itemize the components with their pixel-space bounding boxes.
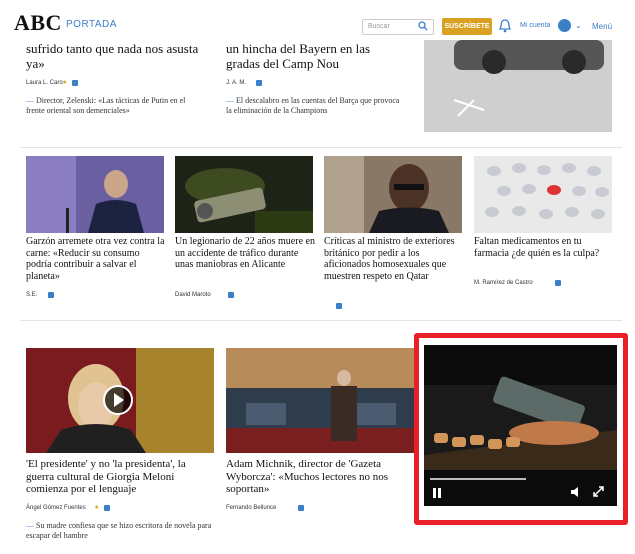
- premium-star-icon: ★: [94, 504, 100, 511]
- subscribe-button[interactable]: SUSCRÍBETE: [442, 18, 492, 35]
- article-photo[interactable]: [175, 156, 313, 233]
- section-divider: [20, 320, 622, 321]
- comment-icon[interactable]: [48, 292, 54, 298]
- menu-link[interactable]: Menú: [592, 22, 612, 31]
- comment-icon[interactable]: [555, 280, 561, 286]
- article-photo[interactable]: [26, 156, 164, 233]
- comment-icon[interactable]: [256, 80, 262, 86]
- article-author[interactable]: Fernando Bellunce: [226, 505, 276, 511]
- article-author[interactable]: M. Ramírez de Castro: [474, 280, 533, 286]
- article-headline[interactable]: un hincha del Bayern en las gradas del C…: [226, 41, 406, 72]
- article-author[interactable]: Ángel Gómez Fuentes: [26, 505, 86, 511]
- article-author[interactable]: J. A. M.: [226, 80, 246, 86]
- related-marker-icon: —: [226, 96, 236, 105]
- article-headline[interactable]: Un legionario de 22 años muere en un acc…: [175, 236, 315, 271]
- volume-icon[interactable]: [570, 486, 582, 498]
- comment-icon[interactable]: [336, 303, 342, 309]
- bell-icon[interactable]: [498, 18, 512, 34]
- related-article-link[interactable]: — El descalabro en las cuentas del Barça…: [226, 96, 406, 115]
- article-photo[interactable]: [324, 156, 462, 233]
- related-article-link[interactable]: — Director, Zelenski: «Las tácticas de P…: [26, 96, 206, 115]
- car-photo[interactable]: [424, 40, 612, 132]
- fullscreen-icon[interactable]: [592, 485, 605, 498]
- user-icon[interactable]: [558, 19, 571, 32]
- article-photo[interactable]: [474, 156, 612, 233]
- comment-icon[interactable]: [228, 292, 234, 298]
- related-text[interactable]: El descalabro en las cuentas del Barça q…: [226, 96, 399, 115]
- video-player[interactable]: [424, 345, 617, 506]
- article-headline[interactable]: Faltan medicamentos en tu farmacia ¿de q…: [474, 236, 614, 259]
- article-author[interactable]: S.E.: [26, 292, 37, 298]
- related-article-link[interactable]: — Su madre confiesa que se hizo escritor…: [26, 521, 216, 540]
- related-text[interactable]: Su madre confiesa que se hizo escritora …: [26, 521, 211, 540]
- pause-icon[interactable]: [433, 488, 442, 498]
- comment-icon[interactable]: [298, 505, 304, 511]
- article-headline[interactable]: Garzón arremete otra vez contra la carne…: [26, 236, 166, 282]
- related-marker-icon: —: [26, 521, 36, 530]
- article-author[interactable]: Laura L. Caro: [26, 80, 63, 86]
- related-text[interactable]: Director, Zelenski: «Las tácticas de Put…: [26, 96, 185, 115]
- site-header: ABC PORTADA Buscar SUSCRÍBETE Mi cuenta …: [0, 0, 635, 40]
- article-photo[interactable]: [226, 348, 414, 453]
- comment-icon[interactable]: [104, 505, 110, 511]
- article-headline[interactable]: Adam Michnik, director de 'Gazeta Wyborc…: [226, 458, 416, 496]
- premium-star-icon: ★: [62, 79, 68, 86]
- section-label[interactable]: PORTADA: [66, 19, 117, 30]
- video-progress-bar[interactable]: [430, 478, 526, 480]
- article-headline[interactable]: Críticas al ministro de exteriores britá…: [324, 236, 464, 282]
- article-headline[interactable]: sufrido tanto que nada nos asusta ya»: [26, 41, 206, 72]
- article-photo[interactable]: [26, 348, 214, 453]
- article-headline[interactable]: 'El presidente' y no 'la presidenta', la…: [26, 458, 216, 496]
- comment-icon[interactable]: [72, 80, 78, 86]
- abc-logo[interactable]: ABC: [14, 10, 62, 36]
- login-link[interactable]: Mi cuenta: [520, 22, 550, 29]
- section-divider: [20, 147, 622, 148]
- search-icon[interactable]: [418, 21, 428, 31]
- article-author[interactable]: David Maroto: [175, 292, 211, 298]
- related-marker-icon: —: [26, 96, 36, 105]
- chevron-down-icon[interactable]: ⌄: [575, 21, 582, 30]
